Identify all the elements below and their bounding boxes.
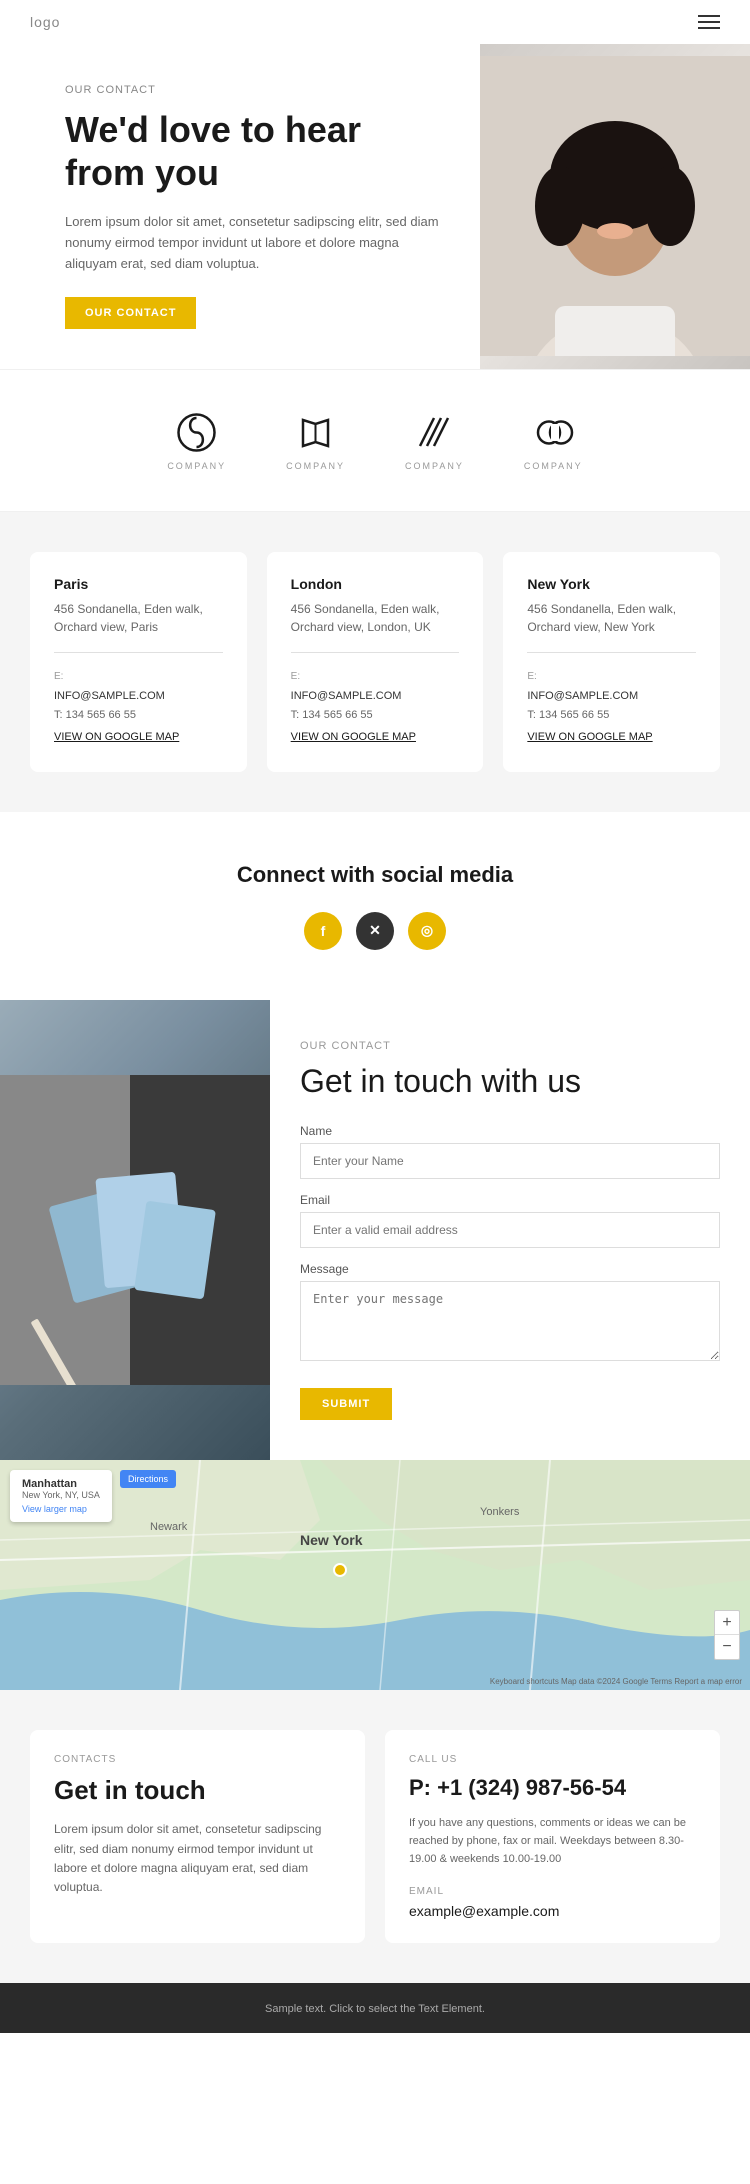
hero-title: We'd love to hear from you	[65, 108, 450, 194]
email-field-label: Email	[300, 1193, 720, 1207]
offices-grid: Paris 456 Sondanella, Eden walk, Orchard…	[30, 552, 720, 772]
cta-button[interactable]: OUR CONTACT	[65, 297, 196, 329]
message-textarea[interactable]	[300, 1281, 720, 1361]
email-field-group: Email	[300, 1193, 720, 1248]
paris-map-link[interactable]: VIEW ON GOOGLE MAP	[54, 730, 179, 745]
map-location-name: Manhattan	[22, 1478, 100, 1490]
zoom-out-button[interactable]: −	[715, 1635, 739, 1659]
office-card-newyork: New York 456 Sondanella, Eden walk, Orch…	[503, 552, 720, 772]
contacts-description: Lorem ipsum dolor sit amet, consetetur s…	[54, 1820, 341, 1897]
svg-text:Yonkers: Yonkers	[480, 1506, 520, 1518]
offices-section: Paris 456 Sondanella, Eden walk, Orchard…	[0, 512, 750, 812]
hero-image-container	[480, 44, 750, 369]
bottom-left-card: CONTACTS Get in touch Lorem ipsum dolor …	[30, 1730, 365, 1943]
office-card-paris: Paris 456 Sondanella, Eden walk, Orchard…	[30, 552, 247, 772]
message-field-group: Message	[300, 1262, 720, 1366]
instagram-icon[interactable]: ◎	[408, 912, 446, 950]
contacts-label: CONTACTS	[54, 1754, 341, 1765]
social-icons: f ✕ ◎	[30, 912, 720, 950]
hero-left: OUR CONTACT We'd love to hear from you L…	[0, 44, 480, 369]
logo: logo	[30, 14, 60, 30]
social-title: Connect with social media	[30, 862, 720, 888]
contact-form-section: OUR CONTACT Get in touch with us Name Em…	[0, 1000, 750, 1460]
contact-form-panel: OUR CONTACT Get in touch with us Name Em…	[270, 1000, 750, 1460]
our-contact-label: OUR CONTACT	[65, 84, 450, 96]
form-image	[0, 1000, 270, 1460]
office-city-newyork: New York	[527, 576, 696, 592]
office-city-london: London	[291, 576, 460, 592]
newyork-phone-row: T: 134 565 66 55	[527, 706, 696, 726]
paris-phone-row: T: 134 565 66 55	[54, 706, 223, 726]
zoom-in-button[interactable]: +	[715, 1611, 739, 1635]
london-phone-row: T: 134 565 66 55	[291, 706, 460, 726]
bottom-contact-section: CONTACTS Get in touch Lorem ipsum dolor …	[0, 1690, 750, 1983]
logo-name-1: COMPANY	[167, 461, 226, 471]
map-location-sub: New York, NY, USA	[22, 1490, 100, 1500]
office-address-london: 456 Sondanella, Eden walk, Orchard view,…	[291, 600, 460, 636]
call-us-label: CALL US	[409, 1754, 696, 1765]
name-field-group: Name	[300, 1124, 720, 1179]
logo-item-3: COMPANY	[405, 410, 464, 471]
hero-image	[480, 44, 750, 369]
newyork-map-link[interactable]: VIEW ON GOOGLE MAP	[527, 730, 652, 745]
logo-icon-4	[531, 410, 576, 455]
hamburger-menu[interactable]	[698, 15, 720, 29]
get-in-touch-title: Get in touch	[54, 1775, 341, 1806]
logo-icon-2	[293, 410, 338, 455]
logo-item-1: COMPANY	[167, 410, 226, 471]
message-label: Message	[300, 1262, 720, 1276]
map-location-card: Manhattan New York, NY, USA View larger …	[10, 1470, 112, 1522]
office-address-paris: 456 Sondanella, Eden walk, Orchard view,…	[54, 600, 223, 636]
twitter-x-icon[interactable]: ✕	[356, 912, 394, 950]
hero-section: OUR CONTACT We'd love to hear from you L…	[0, 44, 750, 369]
form-illustration	[0, 1075, 270, 1385]
form-our-contact-label: OUR CONTACT	[300, 1040, 720, 1052]
email-address: example@example.com	[409, 1903, 696, 1919]
map-zoom-controls: + −	[714, 1610, 740, 1660]
name-input[interactable]	[300, 1143, 720, 1179]
logo-icon-3	[412, 410, 457, 455]
call-description: If you have any questions, comments or i…	[409, 1815, 696, 1868]
office-contact-newyork: E: INFO@SAMPLE.COM T: 134 565 66 55 VIEW…	[527, 667, 696, 748]
svg-text:New York: New York	[300, 1532, 363, 1548]
social-section: Connect with social media f ✕ ◎	[0, 812, 750, 1000]
footer: Sample text. Click to select the Text El…	[0, 1983, 750, 2033]
facebook-icon[interactable]: f	[304, 912, 342, 950]
svg-text:Newark: Newark	[150, 1521, 188, 1533]
map-placeholder: New York Newark Yonkers Tewksbury Manhat…	[0, 1460, 750, 1690]
footer-text: Sample text. Click to select the Text El…	[265, 2003, 485, 2015]
email-input[interactable]	[300, 1212, 720, 1248]
map-section: New York Newark Yonkers Tewksbury Manhat…	[0, 1460, 750, 1690]
phone-number: P: +1 (324) 987-56-54	[409, 1775, 696, 1801]
office-contact-paris: E: INFO@SAMPLE.COM T: 134 565 66 55 VIEW…	[54, 667, 223, 748]
person-illustration	[480, 56, 750, 356]
office-city-paris: Paris	[54, 576, 223, 592]
logo-item-2: COMPANY	[286, 410, 345, 471]
bottom-right-card: CALL US P: +1 (324) 987-56-54 If you hav…	[385, 1730, 720, 1943]
name-label: Name	[300, 1124, 720, 1138]
logo-item-4: COMPANY	[524, 410, 583, 471]
directions-button[interactable]: Directions	[120, 1470, 176, 1488]
london-map-link[interactable]: VIEW ON GOOGLE MAP	[291, 730, 416, 745]
logo-name-2: COMPANY	[286, 461, 345, 471]
logo-name-4: COMPANY	[524, 461, 583, 471]
paris-email-row: E: INFO@SAMPLE.COM	[54, 667, 223, 707]
submit-button[interactable]: SUBMIT	[300, 1388, 392, 1420]
email-section-label: EMAIL	[409, 1886, 696, 1897]
london-email-row: E: INFO@SAMPLE.COM	[291, 667, 460, 707]
form-title: Get in touch with us	[300, 1062, 720, 1100]
map-copyright: Keyboard shortcuts Map data ©2024 Google…	[490, 1677, 742, 1686]
office-card-london: London 456 Sondanella, Eden walk, Orchar…	[267, 552, 484, 772]
newyork-email-row: E: INFO@SAMPLE.COM	[527, 667, 696, 707]
form-image-panel	[0, 1000, 270, 1460]
office-address-newyork: 456 Sondanella, Eden walk, Orchard view,…	[527, 600, 696, 636]
office-contact-london: E: INFO@SAMPLE.COM T: 134 565 66 55 VIEW…	[291, 667, 460, 748]
view-larger-map-link[interactable]: View larger map	[22, 1504, 100, 1514]
logos-section: COMPANY COMPANY COMPANY	[0, 369, 750, 512]
logo-name-3: COMPANY	[405, 461, 464, 471]
header: logo	[0, 0, 750, 44]
hero-description: Lorem ipsum dolor sit amet, consetetur s…	[65, 212, 450, 274]
map-svg: New York Newark Yonkers Tewksbury	[0, 1460, 750, 1690]
logo-icon-1	[174, 410, 219, 455]
